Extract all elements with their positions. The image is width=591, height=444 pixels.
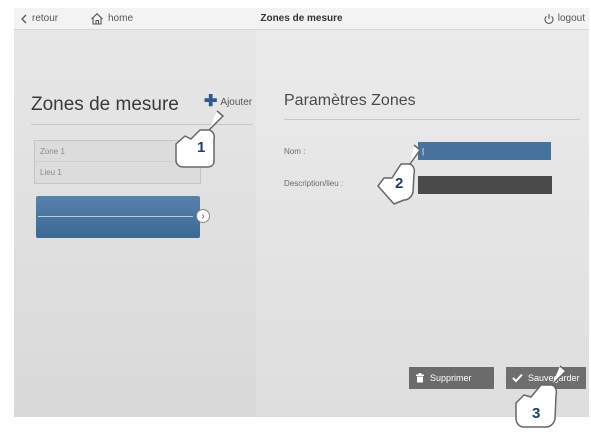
- nom-input[interactable]: [418, 142, 551, 160]
- home-icon: [91, 13, 103, 25]
- chevron-left-icon: [21, 14, 27, 23]
- new-zone-item-selected[interactable]: [36, 196, 200, 238]
- back-label: retour: [32, 13, 59, 24]
- power-icon: [544, 13, 554, 24]
- logout-label: logout: [557, 13, 585, 24]
- home-label: home: [108, 13, 134, 24]
- add-zone-label: Ajouter: [220, 96, 253, 108]
- callout-number: 3: [532, 405, 540, 422]
- pointing-hand-callout-2: 2: [377, 144, 421, 205]
- zones-heading: Zones de mesure: [31, 94, 179, 115]
- app-window: retour home Zones de mesure logout Zones…: [14, 8, 589, 417]
- trash-icon: [416, 373, 424, 383]
- home-button[interactable]: home: [90, 8, 133, 29]
- description-label: Description/lieu :: [284, 179, 344, 188]
- plus-icon: ✚: [204, 93, 218, 110]
- pointing-hand-callout-3: 3: [515, 365, 567, 428]
- top-bar: retour home Zones de mesure logout: [14, 8, 589, 30]
- settings-heading: Paramètres Zones: [284, 92, 416, 109]
- chevron-right-icon[interactable]: ›: [196, 209, 210, 223]
- divider: [38, 216, 193, 217]
- delete-label: Supprimer: [430, 373, 472, 383]
- zones-list-panel: Zones de mesure ✚ Ajouter Zone 1 Lieu 1 …: [14, 30, 256, 417]
- nom-label: Nom :: [284, 147, 306, 156]
- description-input[interactable]: [418, 176, 552, 194]
- pointing-hand-callout-1: 1: [175, 110, 224, 168]
- zone-settings-panel: Paramètres Zones Nom : Description/lieu …: [256, 30, 589, 417]
- callout-number: 2: [395, 175, 403, 192]
- callout-number: 1: [197, 139, 205, 156]
- divider: [284, 119, 580, 120]
- logout-button[interactable]: logout: [543, 8, 585, 29]
- delete-button[interactable]: Supprimer: [409, 367, 494, 389]
- add-zone-button[interactable]: ✚ Ajouter: [204, 93, 253, 110]
- back-button[interactable]: retour: [20, 8, 58, 29]
